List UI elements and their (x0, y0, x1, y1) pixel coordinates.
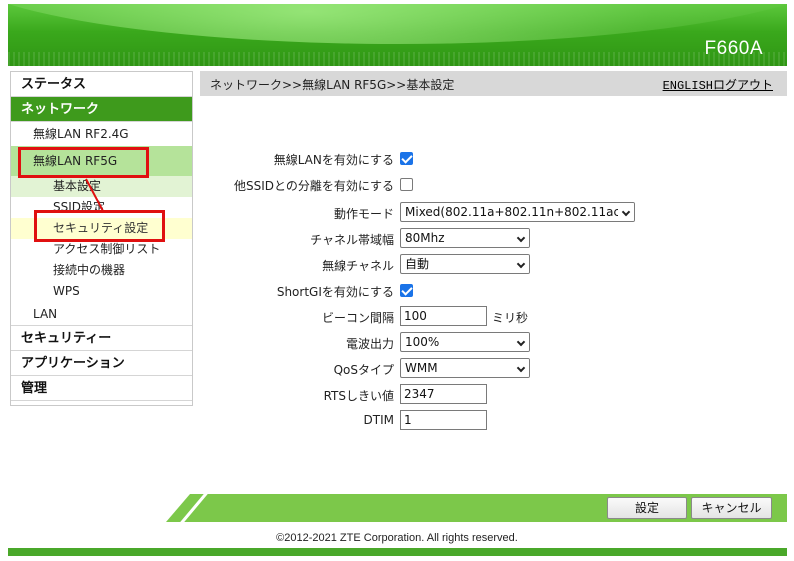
bandwidth-label: チャネル帯域幅 (310, 233, 394, 247)
chevron-down-icon (516, 259, 526, 269)
row-ssid-isolation: 他SSIDとの分離を有効にする (200, 174, 787, 196)
sidebar-item-security-settings[interactable]: セキュリティ設定 (11, 218, 192, 239)
rts-label: RTSしきい値 (323, 389, 394, 403)
ssid-isolation-label: 他SSIDとの分離を有効にする (233, 179, 394, 193)
sidebar-item-wps[interactable]: WPS (11, 281, 192, 302)
device-model: F660A (704, 38, 763, 59)
header-banner: F660A (8, 4, 787, 66)
qos-value: WMM (405, 361, 438, 375)
ssid-isolation-checkbox[interactable] (400, 178, 413, 191)
sidebar-item-connected-devices[interactable]: 接続中の機器 (11, 260, 192, 281)
apply-button[interactable]: 設定 (607, 497, 687, 519)
rts-input[interactable]: 2347 (400, 384, 487, 404)
tx-power-value: 100% (405, 335, 440, 349)
menu-management[interactable]: 管理 (11, 376, 192, 401)
bandwidth-value: 80Mhz (405, 231, 445, 245)
beacon-label: ビーコン間隔 (321, 311, 394, 325)
sidebar-item-lan[interactable]: LAN (11, 302, 192, 326)
row-dtim: DTIM 1 (200, 410, 787, 432)
enable-wlan-checkbox[interactable] (400, 152, 413, 165)
chevron-down-icon (621, 207, 631, 217)
short-gi-label: ShortGIを有効にする (276, 285, 394, 299)
dtim-label: DTIM (363, 413, 394, 427)
beacon-unit: ミリ秒 (492, 311, 529, 325)
sidebar: ステータス ネットワーク 無線LAN RF2.4G 無線LAN RF5G 基本設… (10, 71, 193, 406)
mode-value: Mixed(802.11a+802.11n+802.11ac) (405, 205, 625, 219)
header-links: ENGLISHログアウト (663, 76, 773, 93)
menu-application[interactable]: アプリケーション (11, 351, 192, 376)
sidebar-item-rf5g[interactable]: 無線LAN RF5G (11, 146, 192, 176)
row-channel: 無線チャネル 自動 (200, 254, 787, 276)
sidebar-item-access-control[interactable]: アクセス制御リスト (11, 239, 192, 260)
row-enable-wlan: 無線LANを有効にする (200, 148, 787, 170)
mode-label: 動作モード (333, 207, 394, 221)
row-tx-power: 電波出力 100% (200, 332, 787, 354)
breadcrumb: ネットワーク>>無線LAN RF5G>>基本設定 (210, 78, 455, 92)
menu-security[interactable]: セキュリティー (11, 326, 192, 351)
chevron-down-icon (516, 337, 526, 347)
banner-glow (8, 4, 787, 44)
row-bandwidth: チャネル帯域幅 80Mhz (200, 228, 787, 250)
tx-power-select[interactable]: 100% (400, 332, 530, 352)
chevron-down-icon (516, 233, 526, 243)
row-rts: RTSしきい値 2347 (200, 384, 787, 406)
sidebar-item-basic-settings[interactable]: 基本設定 (11, 176, 192, 197)
channel-label: 無線チャネル (322, 259, 394, 273)
row-qos: QoSタイプ WMM (200, 358, 787, 380)
beacon-input[interactable]: 100 (400, 306, 487, 326)
dtim-input[interactable]: 1 (400, 410, 487, 430)
short-gi-checkbox[interactable] (400, 284, 413, 297)
sidebar-item-ssid-settings[interactable]: SSID設定 (11, 197, 192, 218)
breadcrumb-bar: ネットワーク>>無線LAN RF5G>>基本設定 ENGLISHログアウト (200, 71, 787, 96)
qos-label: QoSタイプ (333, 363, 394, 377)
copyright: ©2012-2021 ZTE Corporation. All rights r… (276, 532, 518, 544)
chevron-down-icon (516, 363, 526, 373)
row-short-gi: ShortGIを有効にする (200, 280, 787, 302)
mode-select[interactable]: Mixed(802.11a+802.11n+802.11ac) (400, 202, 635, 222)
row-beacon: ビーコン間隔 100 ミリ秒 (200, 306, 787, 328)
banner-stripes (8, 52, 787, 66)
channel-select[interactable]: 自動 (400, 254, 530, 274)
tx-power-label: 電波出力 (345, 337, 394, 351)
row-mode: 動作モード Mixed(802.11a+802.11n+802.11ac) (200, 202, 787, 224)
channel-value: 自動 (405, 257, 430, 271)
menu-status[interactable]: ステータス (11, 72, 192, 97)
enable-wlan-label: 無線LANを有効にする (273, 153, 394, 167)
cancel-button[interactable]: キャンセル (691, 497, 772, 519)
sidebar-item-rf24g[interactable]: 無線LAN RF2.4G (11, 122, 192, 146)
bandwidth-select[interactable]: 80Mhz (400, 228, 530, 248)
logout-link[interactable]: ログアウト (713, 79, 773, 93)
english-link[interactable]: ENGLISH (663, 79, 713, 93)
menu-network[interactable]: ネットワーク (11, 97, 192, 122)
action-bar: 設定 キャンセル (166, 490, 787, 526)
footer-bar (8, 548, 787, 556)
qos-select[interactable]: WMM (400, 358, 530, 378)
